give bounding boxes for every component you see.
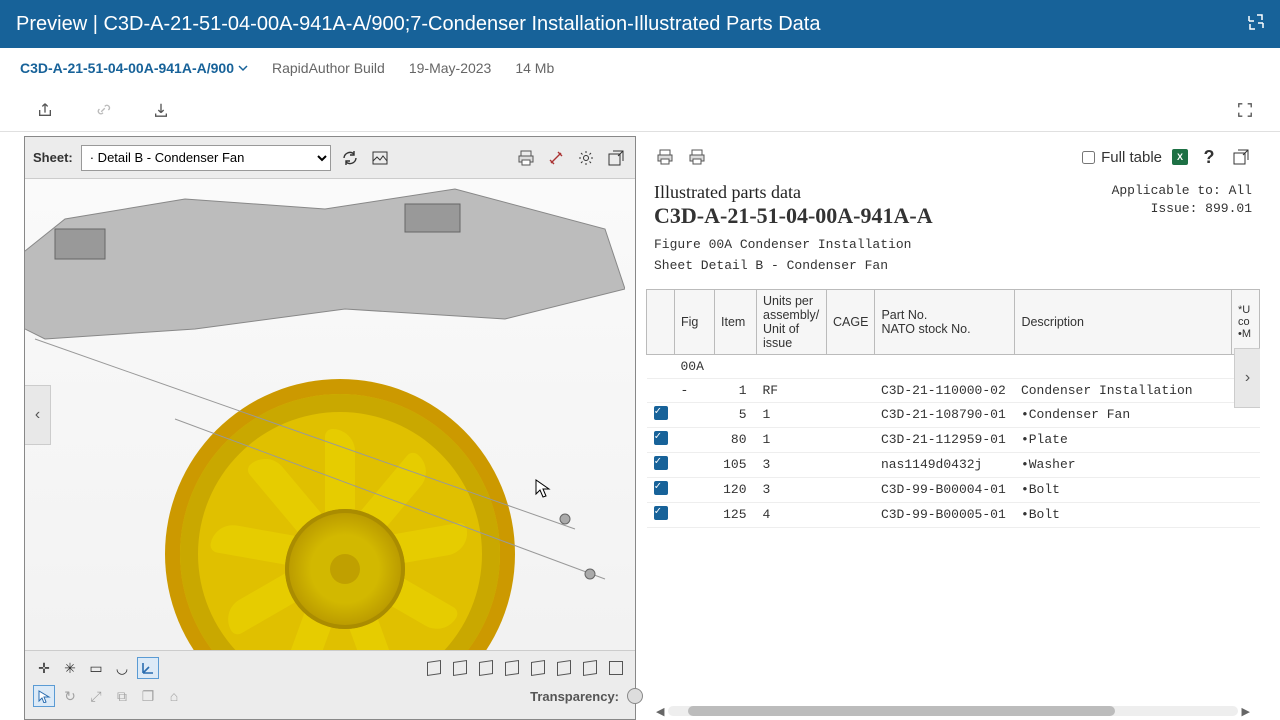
parts-toolbar: Full table X ? [646,136,1260,178]
viewer-toolbar: Sheet: · Detail B - Condenser Fan [25,137,635,179]
excel-icon[interactable]: X [1172,149,1188,165]
col-upa: Units per assembly/ Unit of issue [757,289,827,354]
home-tool[interactable]: ⌂ [163,685,185,707]
viewer-footer: ✛ ✳ ▭ ◡ ↻ ⤢ ⧉ ❐ ⌂ [25,650,635,719]
tools-icon[interactable] [545,147,567,169]
view-back-icon[interactable] [475,657,497,679]
gear-icon[interactable] [575,147,597,169]
3d-viewport[interactable]: ‹ [25,179,635,650]
row-checkbox[interactable] [654,506,668,520]
build-label: RapidAuthor Build [272,60,385,76]
viewer-panel: Sheet: · Detail B - Condenser Fan [24,136,636,720]
horizontal-scrollbar[interactable]: ◀ ▶ [646,704,1260,718]
view-right-icon[interactable] [527,657,549,679]
view-persp-icon[interactable] [605,657,627,679]
row-checkbox[interactable] [654,431,668,445]
fit-tool[interactable]: ⤢ [85,685,107,707]
help-icon[interactable]: ? [1198,146,1220,168]
parts-table: Fig Item Units per assembly/ Unit of iss… [646,289,1260,528]
full-table-checkbox[interactable]: Full table [1082,149,1162,166]
axis-tool[interactable] [137,657,159,679]
table-row[interactable]: 801C3D-21-112959-01•Plate [647,427,1260,452]
view-left-icon[interactable] [501,657,523,679]
action-toolbar [0,88,1280,132]
table-row[interactable]: 1203C3D-99-B00004-01•Bolt [647,477,1260,502]
select-tool[interactable] [33,685,55,707]
rotate-tool[interactable]: ↻ [59,685,81,707]
image-icon[interactable] [369,147,391,169]
applicable-to: Applicable to: All [1112,182,1252,200]
view-iso-icon[interactable] [423,657,445,679]
col-uce: *U co •M [1232,289,1260,354]
dm-code-dropdown[interactable]: C3D-A-21-51-04-00A-941A-A/900 [20,60,248,76]
window-title: Preview | C3D-A-21-51-04-00A-941A-A/900;… [16,13,820,36]
link-icon [92,99,114,121]
rect-tool[interactable]: ▭ [85,657,107,679]
layers-tool[interactable]: ❐ [137,685,159,707]
next-sheet-button[interactable]: › [1234,348,1260,408]
table-row[interactable]: 1254C3D-99-B00005-01•Bolt [647,502,1260,527]
col-fig: Fig [675,289,715,354]
copy-tool[interactable]: ⧉ [111,685,133,707]
build-date: 19-May-2023 [409,60,492,76]
subheader: C3D-A-21-51-04-00A-941A-A/900 RapidAutho… [0,48,1280,88]
view-top-icon[interactable] [553,657,575,679]
sheet-label: Sheet: [33,150,73,165]
crosshair-tool[interactable]: ✛ [33,657,55,679]
cursor-icon [535,479,551,499]
popout-icon[interactable] [605,147,627,169]
share-icon[interactable] [34,99,56,121]
figure-line: Figure 00A Condenser Installation [654,235,1252,256]
prev-sheet-button[interactable]: ‹ [25,385,51,445]
expand-icon[interactable] [1234,99,1256,121]
table-row[interactable]: 00A [647,354,1260,378]
table-row[interactable]: -1RFC3D-21-110000-02Condenser Installati… [647,378,1260,402]
refresh-icon[interactable] [339,147,361,169]
col-desc: Description [1015,289,1232,354]
row-checkbox[interactable] [654,406,668,420]
print-all-icon[interactable] [686,146,708,168]
sheet-select[interactable]: · Detail B - Condenser Fan [81,145,331,171]
issue-no: Issue: 899.01 [1112,200,1252,218]
transparency-label: Transparency: [530,689,619,704]
print-doc-icon[interactable] [654,146,676,168]
print-icon[interactable] [515,147,537,169]
sheet-line: Sheet Detail B - Condenser Fan [654,256,1252,277]
col-cage: CAGE [827,289,875,354]
star-tool[interactable]: ✳ [59,657,81,679]
col-item: Item [715,289,757,354]
view-front-icon[interactable] [449,657,471,679]
titlebar: Preview | C3D-A-21-51-04-00A-941A-A/900;… [0,0,1280,48]
row-checkbox[interactable] [654,481,668,495]
row-checkbox[interactable] [654,456,668,470]
download-icon[interactable] [150,99,172,121]
build-size: 14 Mb [515,60,554,76]
view-bottom-icon[interactable] [579,657,601,679]
table-row[interactable]: 51C3D-21-108790-01•Condenser Fan [647,402,1260,427]
restore-icon[interactable] [1248,13,1264,36]
popout-table-icon[interactable] [1230,146,1252,168]
doc-header: Applicable to: All Issue: 899.01 Illustr… [646,178,1260,285]
table-row[interactable]: 1053nas1149d0432j•Washer [647,452,1260,477]
col-part: Part No. NATO stock No. [875,289,1015,354]
parts-panel: Full table X ? Applicable to: All Issue:… [646,136,1260,720]
arc-tool[interactable]: ◡ [111,657,133,679]
